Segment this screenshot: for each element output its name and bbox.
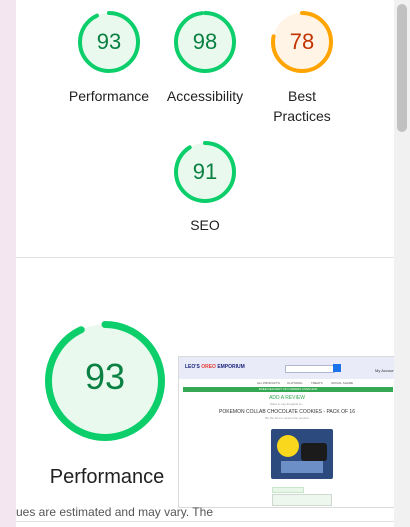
best-practices-gauge[interactable]: 78	[270, 10, 334, 74]
thumbnail-product-image	[271, 429, 333, 479]
best-practices-score: 78	[289, 29, 315, 54]
thumbnail-site-header: LEO'S OREO EMPORIUM My Account	[179, 357, 395, 379]
scrollbar-thumb[interactable]	[397, 4, 407, 132]
page-left-margin	[0, 0, 16, 527]
thumbnail-account-link: My Account	[375, 368, 396, 373]
performance-main-gauge: 93	[44, 320, 166, 442]
best-practices-label[interactable]: Best Practices	[262, 86, 342, 126]
performance-main-label: Performance	[49, 466, 165, 488]
thumbnail-review-note: Be the first to review this product	[265, 416, 309, 420]
thumbnail-rating-stars	[272, 487, 304, 493]
performance-score: 93	[96, 29, 122, 54]
thumbnail-logo: LEO'S OREO EMPORIUM	[185, 364, 245, 370]
thumbnail-nav: ALL PRODUCTS CLOTHING TREATS SOCIAL SHAR…	[179, 379, 395, 387]
accessibility-gauge[interactable]: 98	[173, 10, 237, 74]
seo-score: 91	[192, 159, 218, 184]
thumbnail-review-sub: Want to say thoughts to...	[270, 402, 304, 406]
thumbnail-product-title: POKEMON COLLAB CHOCOLATE COOKIES - PACK …	[219, 409, 355, 415]
performance-main-score: 93	[84, 356, 126, 397]
metrics-footnote: ues are estimated and may vary. The	[16, 505, 213, 519]
thumbnail-delivery-text: FREE DELIVERY ON ORDERS OVER £10!	[258, 387, 318, 391]
thumbnail-review-field	[272, 494, 332, 506]
thumbnail-nav-item: ALL PRODUCTS	[257, 381, 280, 385]
thumbnail-logo-suffix: EMPORIUM	[217, 364, 245, 370]
accessibility-label[interactable]: Accessibility	[150, 86, 260, 106]
product-art-cookie	[301, 443, 327, 461]
performance-gauge[interactable]: 93	[77, 10, 141, 74]
accessibility-score: 98	[192, 29, 218, 54]
final-screenshot-thumbnail[interactable]: LEO'S OREO EMPORIUM My Account ALL PRODU…	[178, 356, 396, 508]
seo-label[interactable]: SEO	[150, 215, 260, 235]
thumbnail-delivery-banner: FREE DELIVERY ON ORDERS OVER £10!	[183, 387, 393, 392]
thumbnail-search-box	[285, 365, 335, 373]
thumbnail-logo-prefix: LEO'S	[185, 364, 200, 370]
thumbnail-search-icon	[333, 364, 341, 372]
section-divider	[16, 257, 394, 258]
thumbnail-nav-item: SOCIAL SHARE	[331, 381, 354, 385]
seo-gauge[interactable]: 91	[173, 140, 237, 204]
vertical-scrollbar[interactable]	[394, 0, 410, 527]
thumbnail-review-heading: ADD A REVIEW	[269, 395, 305, 401]
thumbnail-nav-item: CLOTHING	[287, 381, 303, 385]
thumbnail-nav-item: TREATS	[311, 381, 323, 385]
thumbnail-logo-oreo: OREO	[201, 364, 216, 370]
footnote-divider	[16, 521, 394, 522]
product-art-label	[281, 461, 323, 473]
product-art-character	[277, 435, 299, 457]
performance-label[interactable]: Performance	[54, 86, 164, 106]
